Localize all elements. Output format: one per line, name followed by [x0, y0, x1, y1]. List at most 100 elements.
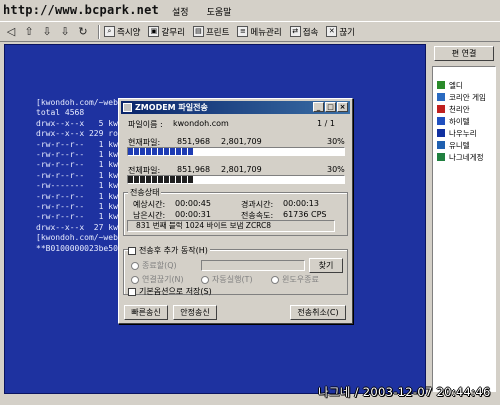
quick-connect-button[interactable]: 편 연결 [434, 46, 494, 61]
save-default-checkbox[interactable]: 기본옵션으로 저장(S) [128, 286, 212, 297]
shutdown-label: 종료할(Q) [142, 261, 177, 270]
connection-item[interactable]: 유니텔 [433, 139, 495, 151]
watermark-text: http://www.bcpark.net [3, 3, 159, 17]
disconnect-button[interactable]: ✕ 끊기 [326, 26, 355, 38]
terminal-line: -rw-r--r-- 1 kw [36, 160, 118, 170]
terminal-line: drwx--x--x 229 ro [36, 129, 118, 139]
connection-list: 엘디 코리안 게임 천리안 하이텔나우누리유니텔 나그네게정 [432, 66, 496, 392]
menu-manage-button[interactable]: ≡ 메뉴관리 [237, 26, 282, 38]
up-arrow-icon[interactable]: ⇧ [22, 25, 36, 39]
after-transfer-checkbox-box[interactable] [128, 246, 136, 255]
shutdown-radio[interactable]: 종료할(Q) [131, 260, 177, 271]
download-icon[interactable]: ⇩ [58, 25, 72, 39]
hitel-icon [437, 117, 445, 125]
windows-shutdown-radio[interactable]: 윈도우종료 [271, 274, 319, 285]
instant-label: 즉시양 [117, 27, 141, 38]
connect-button[interactable]: ⇄ 접속 [289, 26, 319, 38]
top-bar: http://www.bcpark.net 설정 도움말 [0, 0, 500, 22]
disconnect-radio[interactable]: 연결끊기(N) [131, 274, 184, 285]
windows-shutdown-label: 윈도우종료 [282, 275, 319, 284]
fast-send-button[interactable]: 빠른송신 [124, 305, 168, 320]
remaining-time-value: 00:00:31 [175, 210, 211, 219]
terminal-line: [kwondoh.com/~web/ [36, 98, 123, 107]
capture-button[interactable]: ▣ 갈무리 [148, 26, 185, 38]
footer-caption: 나그네 / 2003-12-07 20:44:46 [318, 385, 491, 399]
terminal-line: -rw-r--r-- 1 kw [36, 139, 118, 149]
elapsed-time-label: 경과시간: [241, 200, 274, 209]
down-arrow-icon[interactable]: ⇩ [40, 25, 54, 39]
transfer-speed-value: 61736 CPS [283, 210, 327, 219]
terminal-line: **B0100000023be50 [36, 243, 118, 253]
terminal-line: [kwondoh.com/~web/ [36, 233, 123, 243]
file-name-label: 파일이름 : [128, 120, 163, 129]
all-files-progress-fill [128, 176, 193, 183]
connection-item-label: 유니텔 [449, 140, 470, 150]
dialog-title: ZMODEM 파일전송 [135, 103, 208, 112]
current-file-progress-fill [128, 148, 193, 155]
expected-time-value: 00:00:45 [175, 199, 211, 208]
current-file-progress [127, 147, 345, 156]
disconnect-radio-dot[interactable] [131, 275, 139, 284]
connection-item[interactable]: 코리안 게임 [433, 91, 495, 103]
terminal-line: -rw-r--r-- 1 kw [36, 202, 118, 212]
instant-button[interactable]: ⌕ 즉시양 [104, 26, 140, 38]
terminal-output: [kwondoh.com/~web/total 4568 drwx--x--x 5… [36, 98, 123, 254]
shutdown-radio-dot[interactable] [131, 261, 139, 270]
after-transfer-label: 전송후 추가 동작(H) [139, 246, 208, 255]
terminal-line: -rw-r--r-- 1 kw [36, 170, 118, 180]
menu-manage-icon: ≡ [237, 26, 249, 37]
menu-item-help[interactable]: 도움말 [205, 5, 234, 18]
minimize-icon[interactable]: _ [313, 102, 324, 112]
current-file-percent: 30% [327, 137, 345, 146]
globe-icon [437, 93, 445, 101]
maximize-icon[interactable]: □ [325, 102, 336, 112]
connection-item-label: 엘디 [449, 80, 463, 90]
unitel-icon [437, 141, 445, 149]
autorun-radio-dot[interactable] [201, 275, 209, 284]
print-button[interactable]: ▤ 프린트 [192, 26, 230, 38]
save-default-checkbox-box[interactable] [128, 287, 136, 296]
connection-item[interactable]: 천리안 [433, 103, 495, 115]
terminal-line: total 4568 [36, 108, 85, 118]
connection-item-label: 나우누리 [449, 128, 477, 138]
capture-icon: ▣ [148, 26, 160, 37]
all-files-total: 2,801,709 [221, 165, 262, 174]
shutdown-path-field[interactable] [201, 260, 305, 271]
cancel-transfer-button[interactable]: 전송취소(C) [290, 305, 346, 320]
app-icon [123, 103, 132, 112]
safe-send-button[interactable]: 안정송신 [173, 305, 217, 320]
connection-item[interactable]: 나그네게정 [433, 151, 495, 163]
transfer-status-title: 전송상태 [128, 187, 162, 198]
menu-item-settings[interactable]: 설정 [170, 5, 191, 18]
terminal-line: -rw-r--r-- 1 kw [36, 191, 118, 201]
green-dot-icon [437, 81, 445, 89]
user-icon [437, 153, 445, 161]
dialog-titlebar: ZMODEM 파일전송 _ □ × [121, 101, 350, 114]
connect-label: 접속 [302, 27, 319, 38]
connection-item[interactable]: 나우누리 [433, 127, 495, 139]
printer-icon: ▤ [192, 26, 204, 37]
terminal-line: -rw-r--r-- 1 kw [36, 150, 118, 160]
terminal-line: -rw------- 1 kw [36, 181, 118, 191]
terminal-line: -rw-r--r-- 1 kw [36, 212, 118, 222]
close-icon[interactable]: × [337, 102, 348, 112]
connection-item[interactable]: 엘디 [433, 79, 495, 91]
menu-manage-label: 메뉴관리 [250, 27, 282, 38]
menu-bar: 설정 도움말 [170, 5, 233, 18]
terminal-line: drwx--x--x 5 kw [36, 118, 118, 128]
refresh-icon[interactable]: ↻ [76, 25, 90, 39]
search-icon: ⌕ [104, 26, 115, 37]
connection-item-label: 하이텔 [449, 116, 470, 126]
windows-shutdown-radio-dot[interactable] [271, 275, 279, 284]
autorun-radio[interactable]: 자동실행(T) [201, 274, 253, 285]
back-arrow-icon[interactable]: ◁ [4, 25, 18, 39]
after-transfer-checkbox[interactable]: 전송후 추가 동작(H) [128, 245, 210, 256]
print-label: 프린트 [205, 27, 230, 38]
find-button[interactable]: 찾기 [309, 258, 343, 273]
chollian-icon [437, 105, 445, 113]
toolbar-separator [98, 24, 100, 39]
connect-icon: ⇄ [289, 26, 301, 37]
connection-item[interactable]: 하이텔 [433, 115, 495, 127]
connection-panel: 편 연결 엘디 코리안 게임 천리안 하이텔나우누리유니텔 나그네게정 [430, 44, 498, 394]
current-file-total: 2,801,709 [221, 137, 262, 146]
